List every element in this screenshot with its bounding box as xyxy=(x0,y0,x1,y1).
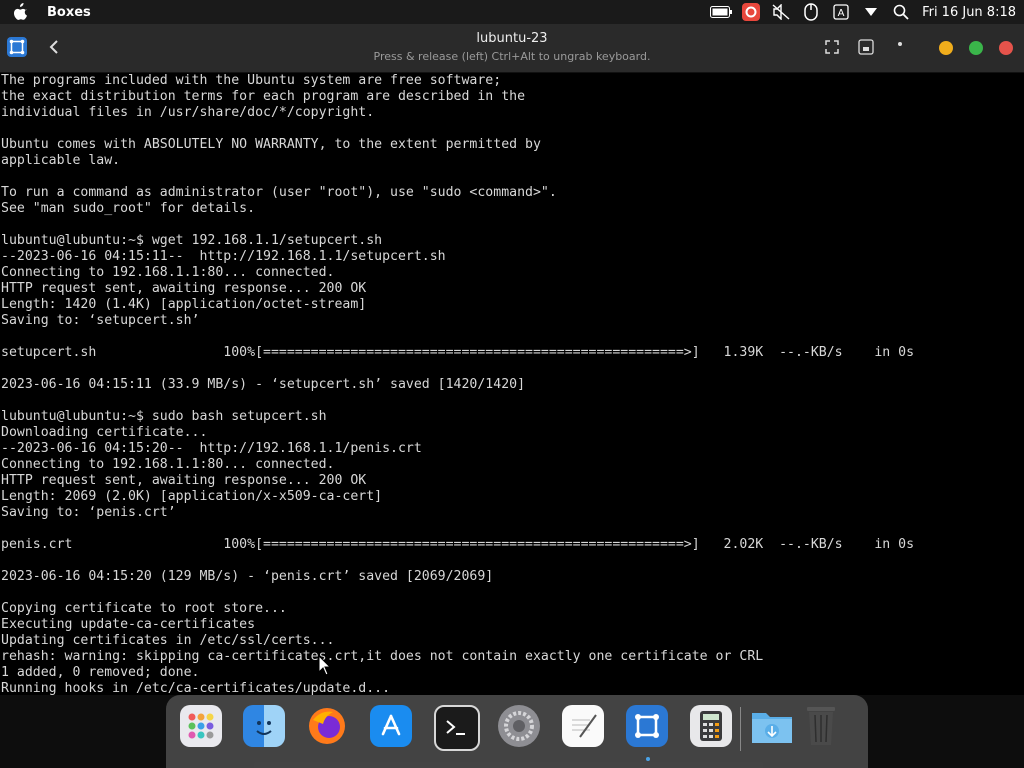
terminal-line: applicable law. xyxy=(1,153,121,168)
terminal-line: The programs included with the Ubuntu sy… xyxy=(1,73,502,88)
menu-dots-icon[interactable] xyxy=(888,32,912,56)
terminal-line: Saving to: ‘setupcert.sh’ xyxy=(1,313,200,328)
terminal-line: HTTP request sent, awaiting response... … xyxy=(1,281,367,296)
terminal-line: Running hooks in /etc/ca-certificates/up… xyxy=(1,681,391,695)
terminal-line: 2023-06-16 04:15:20 (129 MB/s) - ‘penis.… xyxy=(1,569,494,584)
firefox-icon[interactable] xyxy=(306,705,348,747)
system-settings-icon[interactable] xyxy=(498,705,540,747)
terminal-text: The programs included with the Ubuntu sy… xyxy=(0,73,1024,695)
downloads-folder-icon[interactable] xyxy=(750,705,792,747)
terminal-line: rehash: warning: skipping ca-certificate… xyxy=(1,649,764,664)
maximize-button[interactable] xyxy=(969,41,983,55)
trash-icon[interactable] xyxy=(800,705,842,747)
terminal-line: lubuntu@lubuntu:~$ sudo bash setupcert.s… xyxy=(1,409,327,424)
keyboard-icon[interactable] xyxy=(854,35,878,59)
search-icon[interactable] xyxy=(890,2,912,22)
mouse-icon[interactable] xyxy=(800,2,822,22)
running-indicator xyxy=(646,757,650,761)
clock[interactable]: Fri 16 Jun 8:18 xyxy=(922,5,1016,20)
notification-app-icon[interactable] xyxy=(740,2,762,22)
terminal-line: Updating certificates in /etc/ssl/certs.… xyxy=(1,633,335,648)
terminal-line: Saving to: ‘penis.crt’ xyxy=(1,505,176,520)
terminal-line: lubuntu@lubuntu:~$ wget 192.168.1.1/setu… xyxy=(1,233,383,248)
terminal-line: the exact distribution terms for each pr… xyxy=(1,89,526,104)
dock-separator xyxy=(740,707,741,751)
app-menu-name[interactable]: Boxes xyxy=(47,5,91,20)
terminal-line: --2023-06-16 04:15:11-- http://192.168.1… xyxy=(1,249,446,264)
terminal-line: To run a command as administrator (user … xyxy=(1,185,557,200)
app-store-icon[interactable] xyxy=(370,705,412,747)
terminal-line: setupcert.sh 100%[======================… xyxy=(1,345,915,360)
terminal-line: See "man sudo_root" for details. xyxy=(1,201,256,216)
finder-icon[interactable] xyxy=(243,705,285,747)
fullscreen-icon[interactable] xyxy=(820,35,844,59)
terminal-line: Connecting to 192.168.1.1:80... connecte… xyxy=(1,265,335,280)
terminal-line: Length: 1420 (1.4K) [application/octet-s… xyxy=(1,297,367,312)
text-editor-icon[interactable] xyxy=(562,705,604,747)
mouse-cursor-icon xyxy=(318,654,332,681)
terminal-line: Connecting to 192.168.1.1:80... connecte… xyxy=(1,457,335,472)
mute-icon[interactable] xyxy=(770,2,792,22)
launchpad-icon[interactable] xyxy=(180,705,222,747)
terminal-line: 1 added, 0 removed; done. xyxy=(1,665,200,680)
system-menu-bar: Boxes A Fri 16 Jun 8:18 xyxy=(0,0,1024,24)
terminal-line: Length: 2069 (2.0K) [application/x-x509-… xyxy=(1,489,383,504)
terminal-output[interactable]: The programs included with the Ubuntu sy… xyxy=(0,73,1024,695)
terminal-line: HTTP request sent, awaiting response... … xyxy=(1,473,367,488)
input-method-icon[interactable]: A xyxy=(830,2,852,22)
dock xyxy=(166,695,868,768)
terminal-line: Executing update-ca-certificates xyxy=(1,617,256,632)
window-header: lubuntu-23 Press & release (left) Ctrl+A… xyxy=(0,24,1024,73)
boxes-icon[interactable] xyxy=(626,705,668,747)
terminal-line: Ubuntu comes with ABSOLUTELY NO WARRANTY… xyxy=(1,137,541,152)
calculator-icon[interactable] xyxy=(690,705,732,747)
apple-logo-icon[interactable] xyxy=(10,2,30,22)
close-button[interactable] xyxy=(999,41,1013,55)
svg-text:A: A xyxy=(838,8,845,19)
terminal-line: Copying certificate to root store... xyxy=(1,601,287,616)
battery-icon[interactable] xyxy=(710,2,733,22)
terminal-line: 2023-06-16 04:15:11 (33.9 MB/s) - ‘setup… xyxy=(1,377,526,392)
terminal-line: --2023-06-16 04:15:20-- http://192.168.1… xyxy=(1,441,422,456)
terminal-line: individual files in /usr/share/doc/*/cop… xyxy=(1,105,375,120)
terminal-icon[interactable] xyxy=(434,705,480,751)
terminal-line: penis.crt 100%[=========================… xyxy=(1,537,915,552)
terminal-line: Downloading certificate... xyxy=(1,425,208,440)
minimize-button[interactable] xyxy=(939,41,953,55)
dropdown-icon[interactable] xyxy=(860,2,882,22)
